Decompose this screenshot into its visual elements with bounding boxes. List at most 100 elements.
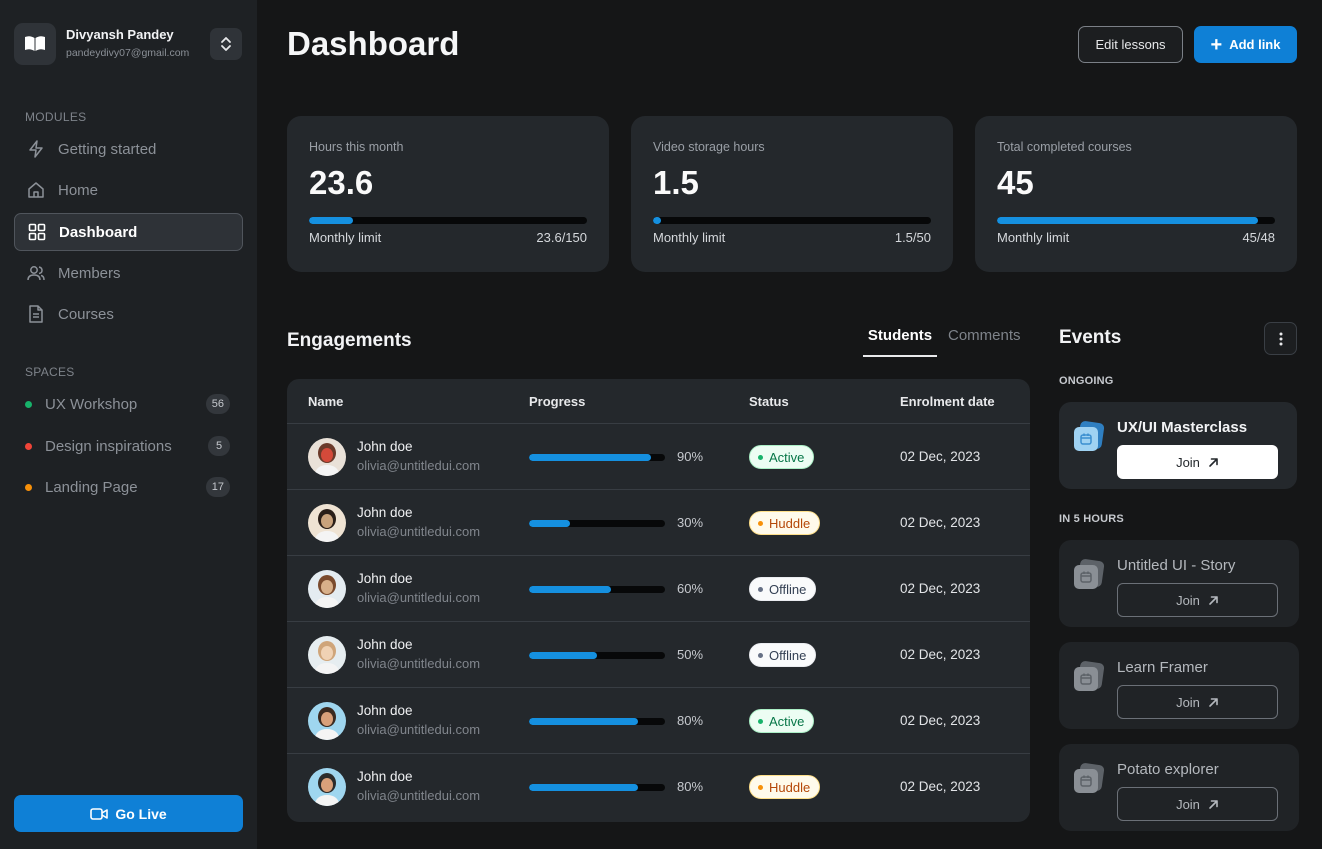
more-options-icon[interactable] bbox=[1264, 322, 1297, 355]
event-name: UX/UI Masterclass bbox=[1117, 419, 1248, 436]
column-header-progress[interactable]: Progress bbox=[529, 394, 585, 409]
add-link-label: Add link bbox=[1229, 37, 1281, 52]
avatar bbox=[308, 768, 346, 806]
count-badge: 5 bbox=[208, 436, 230, 456]
table-row[interactable]: John doe olivia@untitledui.com 60% Offli… bbox=[287, 556, 1030, 622]
count-badge: 17 bbox=[205, 477, 230, 497]
student-name: John doe bbox=[357, 505, 413, 520]
table-row[interactable]: John doe olivia@untitledui.com 80% Huddl… bbox=[287, 754, 1030, 820]
progress-bar bbox=[529, 586, 665, 593]
arrow-up-right-icon bbox=[1209, 697, 1218, 707]
status-label: Offline bbox=[769, 581, 807, 597]
space-item-design-inspirations[interactable]: Design inspirations 5 bbox=[14, 428, 243, 464]
join-label: Join bbox=[1176, 694, 1200, 710]
sidebar-item-courses[interactable]: Courses bbox=[14, 295, 243, 333]
join-button[interactable]: Join bbox=[1117, 685, 1278, 719]
table-row[interactable]: John doe olivia@untitledui.com 30% Huddl… bbox=[287, 490, 1030, 556]
avatar bbox=[308, 504, 346, 542]
avatar bbox=[308, 570, 346, 608]
stat-label: Video storage hours bbox=[653, 140, 765, 154]
stat-value: 1.5 bbox=[653, 164, 699, 201]
student-email: olivia@untitledui.com bbox=[357, 590, 481, 605]
go-live-label: Go Live bbox=[115, 805, 167, 822]
student-name: John doe bbox=[357, 637, 413, 652]
column-header-name[interactable]: Name bbox=[308, 394, 343, 409]
status-dot bbox=[758, 784, 763, 790]
go-live-button[interactable]: Go Live bbox=[14, 795, 243, 832]
grid-icon bbox=[26, 221, 48, 243]
tab-students[interactable]: Students bbox=[863, 327, 937, 357]
student-name: John doe bbox=[357, 703, 413, 718]
engagements-title: Engagements bbox=[287, 330, 412, 351]
in-5-hours-label: IN 5 HOURS bbox=[1059, 513, 1124, 525]
join-button[interactable]: Join bbox=[1117, 787, 1278, 821]
avatar bbox=[308, 438, 346, 476]
video-camera-icon bbox=[90, 807, 109, 820]
spaces-label: SPACES bbox=[25, 365, 75, 379]
add-link-button[interactable]: + Add link bbox=[1194, 26, 1297, 63]
progress-fill bbox=[529, 520, 570, 527]
sidebar-item-label: Getting started bbox=[58, 140, 157, 158]
calendar-icon bbox=[1073, 421, 1105, 453]
sidebar: Divyansh Pandey pandeydivy07@gmail.com M… bbox=[0, 0, 257, 849]
stat-foot-value: 1.5/50 bbox=[894, 230, 931, 245]
table-row[interactable]: John doe olivia@untitledui.com 50% Offli… bbox=[287, 622, 1030, 688]
space-item-landing-page[interactable]: Landing Page 17 bbox=[14, 469, 243, 505]
status-label: Huddle bbox=[769, 515, 811, 531]
sidebar-item-getting-started[interactable]: Getting started bbox=[14, 130, 243, 168]
sidebar-item-label: Home bbox=[58, 181, 99, 199]
stat-foot-value: 45/48 bbox=[1242, 230, 1275, 245]
profile-switcher[interactable]: Divyansh Pandey pandeydivy07@gmail.com bbox=[14, 23, 244, 65]
status-dot bbox=[758, 454, 763, 460]
modules-label: MODULES bbox=[25, 110, 87, 124]
status-badge: Active bbox=[749, 709, 815, 733]
progress-fill bbox=[529, 718, 638, 725]
student-email: olivia@untitledui.com bbox=[357, 524, 481, 539]
event-name: Learn Framer bbox=[1117, 659, 1208, 676]
profile-email: pandeydivy07@gmail.com bbox=[66, 47, 190, 59]
progress-bar bbox=[529, 520, 665, 527]
column-header-status[interactable]: Status bbox=[749, 394, 789, 409]
edit-lessons-button[interactable]: Edit lessons bbox=[1078, 26, 1183, 63]
event-name: Potato explorer bbox=[1117, 761, 1219, 778]
student-name: John doe bbox=[357, 769, 413, 784]
sidebar-item-home[interactable]: Home bbox=[14, 171, 243, 209]
join-button[interactable]: Join bbox=[1117, 445, 1278, 479]
join-button[interactable]: Join bbox=[1117, 583, 1278, 617]
sidebar-item-label: Dashboard bbox=[59, 223, 138, 241]
progress-fill bbox=[529, 652, 597, 659]
student-email: olivia@untitledui.com bbox=[357, 722, 481, 737]
progress-percent: 30% bbox=[677, 515, 704, 530]
table-row[interactable]: John doe olivia@untitledui.com 90% Activ… bbox=[287, 424, 1030, 490]
column-header-enrolment-date[interactable]: Enrolment date bbox=[900, 394, 995, 409]
stat-foot-label: Monthly limit bbox=[309, 230, 382, 245]
stat-foot-label: Monthly limit bbox=[653, 230, 726, 245]
stat-card-hours: Hours this month 23.6 Monthly limit 23.6… bbox=[287, 116, 609, 272]
enrolment-date: 02 Dec, 2023 bbox=[900, 647, 981, 662]
events-title: Events bbox=[1059, 327, 1122, 348]
sidebar-item-dashboard[interactable]: Dashboard bbox=[14, 213, 243, 251]
event-card: Potato explorer Join bbox=[1059, 744, 1299, 831]
arrow-up-right-icon bbox=[1209, 595, 1218, 605]
space-item-ux-workshop[interactable]: UX Workshop 56 bbox=[14, 386, 243, 422]
status-dot bbox=[758, 652, 763, 658]
progress-percent: 80% bbox=[677, 713, 704, 728]
sidebar-item-label: Members bbox=[58, 264, 121, 282]
status-label: Active bbox=[769, 449, 805, 465]
avatar bbox=[308, 702, 346, 740]
tab-comments[interactable]: Comments bbox=[948, 327, 1021, 344]
table-row[interactable]: John doe olivia@untitledui.com 80% Activ… bbox=[287, 688, 1030, 754]
calendar-icon bbox=[1073, 763, 1105, 795]
sidebar-item-members[interactable]: Members bbox=[14, 254, 243, 292]
chevron-selector-icon[interactable] bbox=[210, 28, 242, 60]
status-label: Huddle bbox=[769, 779, 811, 795]
enrolment-date: 02 Dec, 2023 bbox=[900, 713, 981, 728]
count-badge: 56 bbox=[205, 394, 230, 414]
progress-percent: 90% bbox=[677, 449, 704, 464]
table-header: Name Progress Status Enrolment date bbox=[287, 379, 1030, 424]
plus-icon: + bbox=[1210, 33, 1223, 56]
users-icon bbox=[25, 262, 47, 284]
event-card: UX/UI Masterclass Join bbox=[1059, 402, 1297, 489]
lightning-icon bbox=[25, 138, 47, 160]
status-dot bbox=[758, 718, 763, 724]
